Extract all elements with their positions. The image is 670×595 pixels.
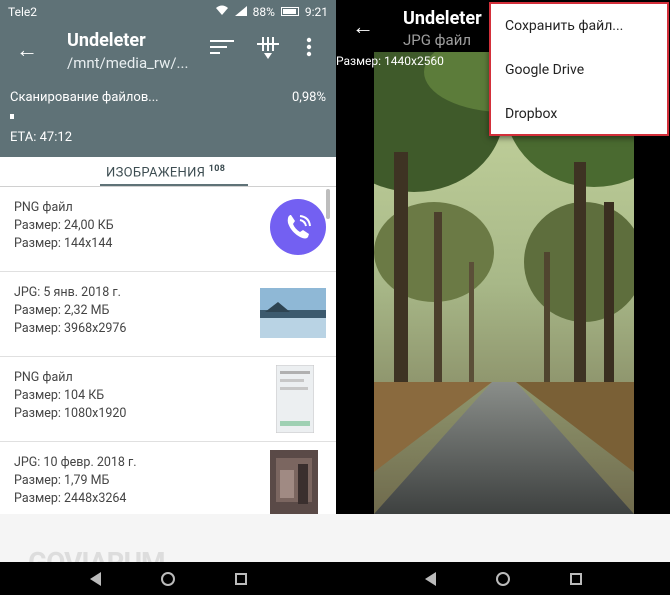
nav-bar [336,562,670,595]
viewer-title: Undeleter [403,8,482,29]
nav-home-icon[interactable] [160,571,175,586]
file-dimensions: Размер: 3968x2976 [14,321,127,336]
file-dimensions: Размер: 2448x3264 [14,491,127,506]
list-item[interactable]: PNG файл Размер: 24,00 КБ Размер: 144x14… [0,187,336,272]
screenshot-thumbnail [275,364,315,437]
dark-photo-thumbnail [270,450,318,514]
list-item[interactable]: JPG: 5 янв. 2018 г. Размер: 2,32 МБ Разм… [0,272,336,357]
file-size: Размер: 2,32 МБ [14,303,110,318]
eta-label: ETA: 47:12 [10,130,72,145]
image-resolution-label: Размер: 1440x2560 [336,54,444,68]
nav-recents-icon[interactable] [569,572,582,585]
viber-icon [270,199,326,259]
menu-save-file[interactable]: Сохранить файл... [491,4,667,48]
nav-bar [0,562,336,595]
file-size: Размер: 104 КБ [14,388,105,403]
battery-percent: 88% [252,4,275,19]
scan-progress-bar [10,114,326,119]
signal-icon [234,5,247,19]
list-item[interactable]: JPG: 10 февр. 2018 г. Размер: 1,79 МБ Ра… [0,442,336,514]
filter-icon[interactable] [256,37,280,64]
file-dimensions: Размер: 144x144 [14,236,113,251]
carrier-label: Tele2 [8,4,37,19]
clock: 9:21 [304,4,328,19]
save-options-menu: Сохранить файл... Google Drive Dropbox [489,2,669,136]
file-size: Размер: 24,00 КБ [14,218,114,233]
tab-images-count: 108 [208,164,226,174]
landscape-thumbnail [260,288,326,342]
status-bar: Tele2 88% 9:21 [0,0,336,23]
nav-back-icon[interactable] [89,571,101,586]
tab-images-label: ИЗОБРАЖЕНИЯ [106,165,206,181]
left-screen: Tele2 88% 9:21 ← Undeleter /mnt/media_rw… [0,0,336,595]
back-arrow-icon[interactable]: ← [352,14,374,40]
file-list[interactable]: PNG файл Размер: 24,00 КБ Размер: 144x14… [0,187,336,514]
file-dimensions: Размер: 1080x1920 [14,406,127,421]
right-screen: ← Undeleter JPG файл Размер: 1440x2560 С… [336,0,670,595]
file-size: Размер: 1,79 МБ [14,473,110,488]
nav-back-icon[interactable] [424,571,436,586]
viewer-subtitle: JPG файл [403,31,472,49]
tab-images[interactable]: ИЗОБРАЖЕНИЯ 108 [106,164,225,180]
scan-status: Сканирование файлов... 0,98% ETA: 47:12 [0,78,336,157]
scan-percent: 0,98% [292,90,326,105]
app-bar: ← Undeleter /mnt/media_rw/... [0,23,336,78]
nav-recents-icon[interactable] [234,572,247,585]
bottom-spacer [336,514,670,562]
file-date: JPG: 10 февр. 2018 г. [14,455,137,470]
tab-indicator [100,184,248,186]
scan-progress-fill [10,114,14,119]
app-title: Undeleter [67,30,146,51]
sort-icon[interactable] [210,37,234,61]
menu-dropbox[interactable]: Dropbox [491,92,667,136]
tab-bar: ИЗОБРАЖЕНИЯ 108 [0,157,336,187]
file-type: PNG файл [14,370,73,385]
file-date: JPG: 5 янв. 2018 г. [14,285,121,300]
wifi-icon [215,5,229,19]
scan-label: Сканирование файлов... [10,90,159,105]
file-type: PNG файл [14,200,73,215]
menu-google-drive[interactable]: Google Drive [491,48,667,92]
back-arrow-icon[interactable]: ← [16,37,38,63]
battery-icon [280,7,299,16]
nav-home-icon[interactable] [495,571,510,586]
path-subtitle: /mnt/media_rw/... [67,54,189,72]
list-item[interactable]: PNG файл Размер: 104 КБ Размер: 1080x192… [0,357,336,442]
more-options-icon[interactable] [306,37,312,62]
